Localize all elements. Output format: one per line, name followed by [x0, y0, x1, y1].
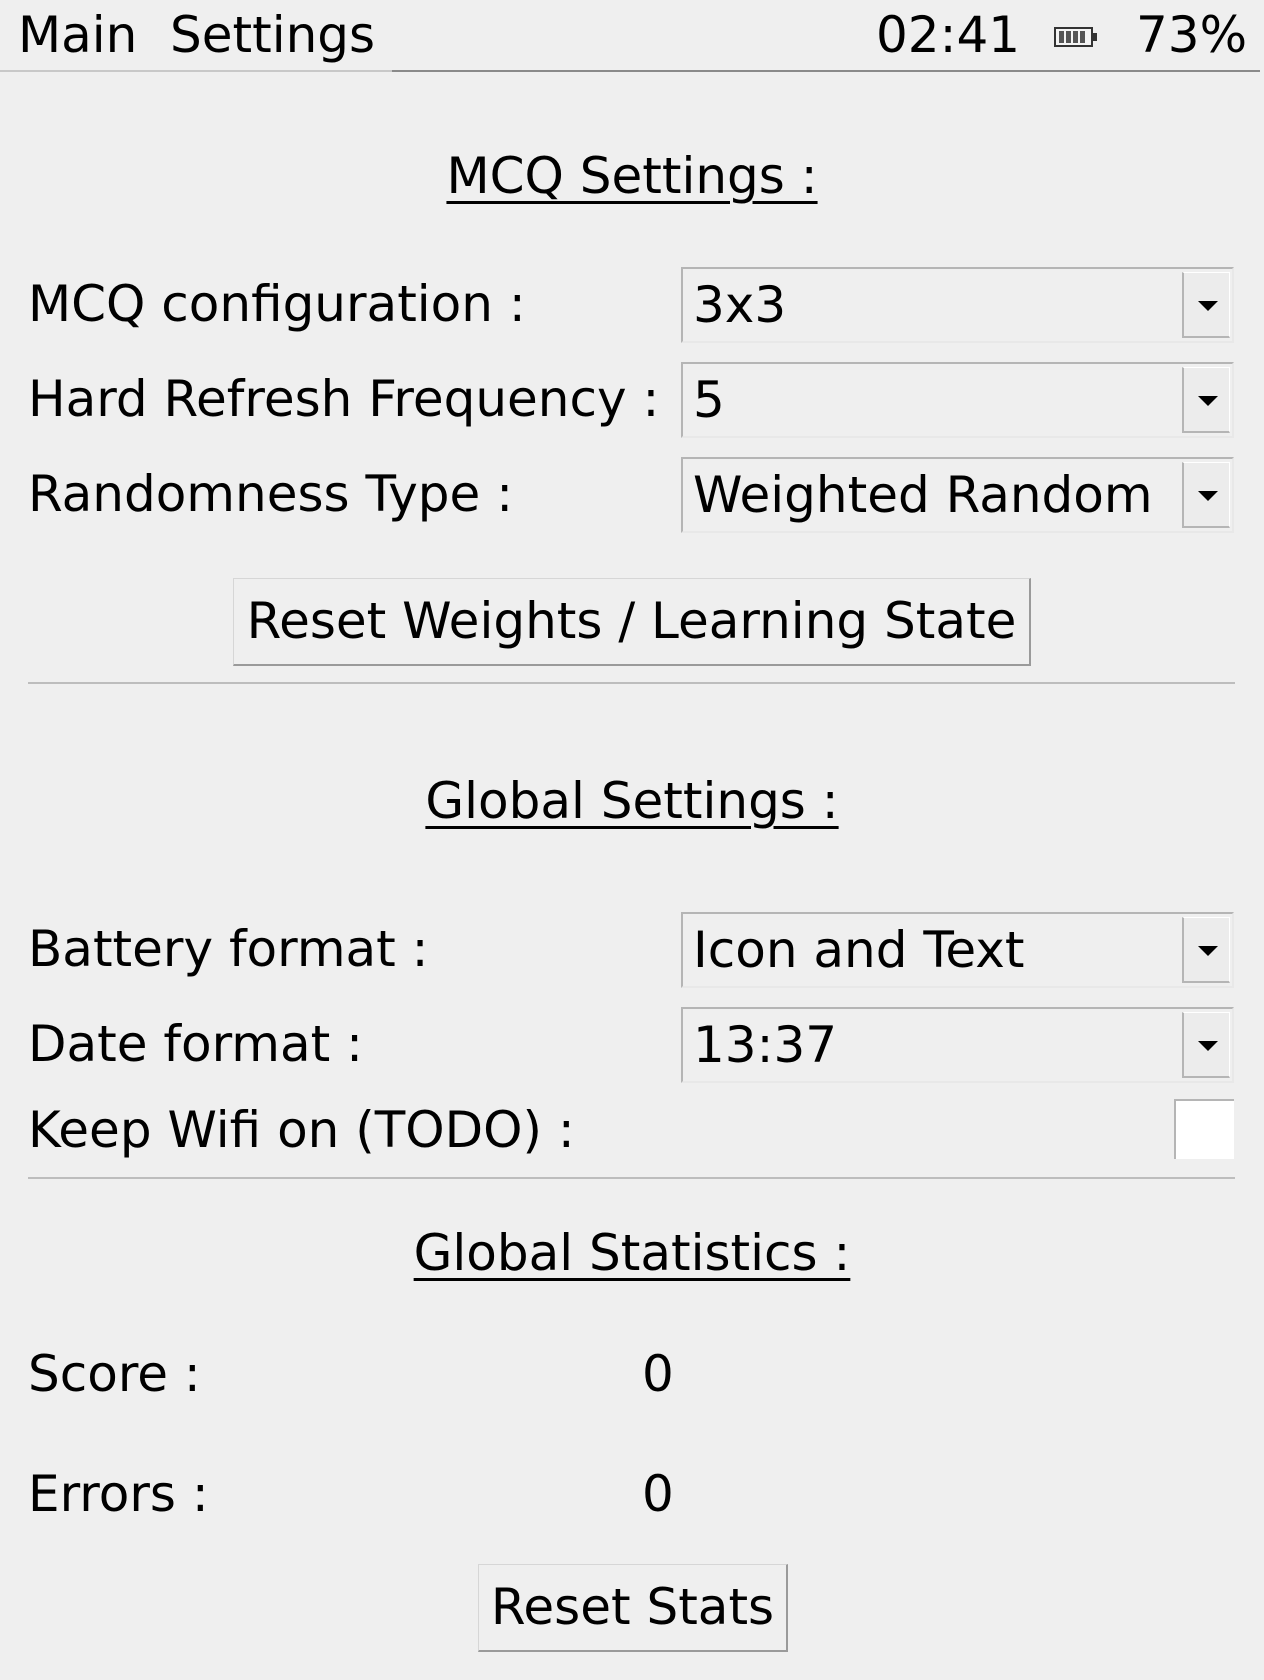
top-bar: Main Settings 02:41 73%: [0, 0, 1264, 72]
hard-refresh-value: 5: [693, 371, 725, 429]
hard-refresh-label: Hard Refresh Frequency :: [28, 370, 660, 428]
global-settings-heading: Global Settings :: [0, 771, 1264, 831]
keep-wifi-checkbox[interactable]: [1174, 1099, 1234, 1159]
mcq-config-select[interactable]: 3x3: [681, 267, 1234, 343]
chevron-down-icon: [1198, 301, 1218, 311]
randomness-type-value: Weighted Random: [693, 466, 1153, 524]
hard-refresh-dropdown-button[interactable]: [1182, 367, 1230, 433]
battery-format-select[interactable]: Icon and Text: [681, 912, 1234, 988]
battery-format-value: Icon and Text: [693, 921, 1025, 979]
menu-main[interactable]: Main: [18, 5, 137, 65]
chevron-down-icon: [1198, 1041, 1218, 1051]
battery-percent: 73%: [1136, 6, 1248, 64]
reset-weights-button[interactable]: Reset Weights / Learning State: [233, 578, 1031, 666]
battery-icon: [1054, 26, 1098, 48]
score-label: Score :: [28, 1345, 201, 1403]
chevron-down-icon: [1198, 946, 1218, 956]
section-divider: [28, 1177, 1235, 1179]
chevron-down-icon: [1198, 491, 1218, 501]
chevron-down-icon: [1198, 396, 1218, 406]
mcq-config-label: MCQ configuration :: [28, 275, 526, 333]
mcq-settings-heading-text: MCQ Settings :: [446, 147, 818, 205]
menu-settings[interactable]: Settings: [170, 5, 375, 65]
randomness-type-dropdown-button[interactable]: [1182, 462, 1230, 528]
mcq-config-dropdown-button[interactable]: [1182, 272, 1230, 338]
date-format-label: Date format :: [28, 1015, 363, 1073]
section-divider: [28, 682, 1235, 684]
date-format-dropdown-button[interactable]: [1182, 1012, 1230, 1078]
mcq-settings-heading: MCQ Settings :: [0, 146, 1264, 206]
battery-format-dropdown-button[interactable]: [1182, 917, 1230, 983]
clock: 02:41: [876, 6, 1021, 64]
date-format-value: 13:37: [693, 1016, 838, 1074]
randomness-type-select[interactable]: Weighted Random: [681, 457, 1234, 533]
hard-refresh-select[interactable]: 5: [681, 362, 1234, 438]
reset-stats-button[interactable]: Reset Stats: [478, 1564, 788, 1652]
battery-format-label: Battery format :: [28, 920, 429, 978]
global-statistics-heading-text: Global Statistics :: [413, 1224, 851, 1282]
global-statistics-heading: Global Statistics :: [0, 1223, 1264, 1283]
errors-value: 0: [642, 1465, 674, 1523]
errors-label: Errors :: [28, 1465, 209, 1523]
active-tab-indicator: [0, 70, 392, 72]
global-settings-heading-text: Global Settings :: [425, 772, 839, 830]
date-format-select[interactable]: 13:37: [681, 1007, 1234, 1083]
mcq-config-value: 3x3: [693, 276, 787, 334]
score-value: 0: [642, 1345, 674, 1403]
keep-wifi-label: Keep Wifi on (TODO) :: [28, 1101, 575, 1159]
randomness-type-label: Randomness Type :: [28, 465, 514, 523]
